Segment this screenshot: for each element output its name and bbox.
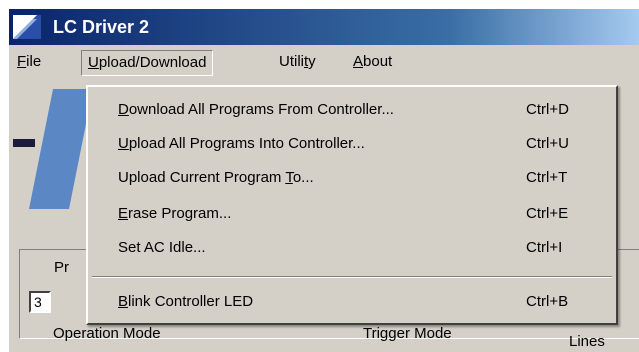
menu-bar: File Upload/Download Utility About	[9, 47, 639, 79]
brand-logo-graphic	[13, 89, 93, 209]
menu-about-accel: A	[353, 53, 364, 70]
menu-item-download-all[interactable]: Download All Programs From Controller...…	[90, 95, 614, 125]
title-bar[interactable]: LC Driver 2	[9, 9, 639, 45]
trigger-mode-label: Trigger Mode	[363, 325, 452, 342]
menu-item-upload-current[interactable]: Upload Current Program To... Ctrl+T	[90, 163, 614, 193]
menu-item-label: Set AC Idle...	[118, 239, 206, 256]
menu-item-shortcut: Ctrl+U	[526, 135, 569, 152]
menu-item-shortcut: Ctrl+T	[526, 169, 568, 186]
menu-about[interactable]: About	[347, 50, 398, 76]
program-number-field[interactable]: 3	[29, 291, 51, 313]
program-group-label: Pr	[54, 259, 69, 276]
menu-item-shortcut: Ctrl+D	[526, 101, 569, 118]
menu-item-erase-program[interactable]: Erase Program... Ctrl+E	[90, 199, 614, 229]
menu-upload-download-accel: U	[88, 54, 99, 71]
menu-item-label: Upload All Programs Into Controller...	[118, 135, 365, 152]
menu-item-set-ac-idle[interactable]: Set AC Idle... Ctrl+I	[90, 233, 614, 263]
window-title: LC Driver 2	[53, 17, 150, 37]
upload-download-menu: Download All Programs From Controller...…	[86, 85, 618, 325]
menu-item-shortcut: Ctrl+E	[526, 205, 569, 222]
operation-mode-label: Operation Mode	[53, 325, 161, 342]
menu-separator	[92, 276, 612, 278]
app-logo-icon	[13, 15, 41, 39]
lines-label: Lines	[569, 333, 605, 350]
menu-item-label: Upload Current Program To...	[118, 169, 314, 186]
menu-item-label: Erase Program...	[118, 205, 232, 222]
menu-item-blink-led[interactable]: Blink Controller LED Ctrl+B	[90, 287, 614, 317]
menu-file[interactable]: File	[11, 50, 47, 76]
menu-upload-download[interactable]: Upload/Download	[81, 50, 214, 76]
menu-item-upload-all[interactable]: Upload All Programs Into Controller... C…	[90, 129, 614, 159]
menu-item-label: Download All Programs From Controller...	[118, 101, 394, 118]
menu-item-shortcut: Ctrl+I	[526, 239, 563, 256]
menu-file-accel: F	[17, 53, 27, 70]
menu-item-shortcut: Ctrl+B	[526, 293, 569, 310]
menu-item-label: Blink Controller LED	[118, 293, 254, 310]
menu-utility[interactable]: Utility	[273, 50, 322, 76]
